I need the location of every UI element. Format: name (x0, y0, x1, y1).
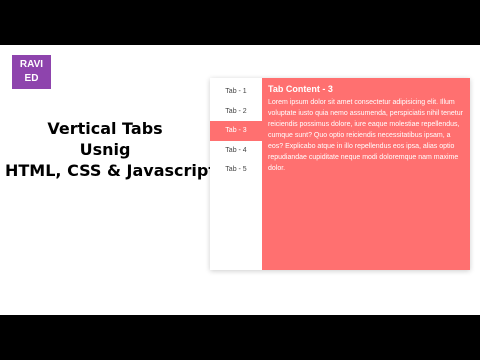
tab-content-text: Lorem ipsum dolor sit amet consectetur a… (268, 99, 463, 172)
tab-2[interactable]: Tab - 2 (210, 102, 262, 122)
tab-1[interactable]: Tab - 1 (210, 82, 262, 102)
logo-line-2: ED (24, 73, 39, 84)
video-title: Vertical Tabs Usnig HTML, CSS & Javascri… (5, 118, 216, 181)
letterbox-bottom (0, 315, 480, 360)
tab-content-panel: Tab Content - 3 Lorem ipsum dolor sit am… (262, 78, 470, 270)
tab-list: Tab - 1 Tab - 2 Tab - 3 Tab - 4 Tab - 5 (210, 78, 262, 270)
tab-content-heading: Tab Content - 3 (268, 84, 333, 94)
title-line-3: HTML, CSS & Javascript (5, 161, 216, 180)
tab-4[interactable]: Tab - 4 (210, 141, 262, 161)
title-line-2: Usnig (79, 140, 131, 159)
vertical-tabs-card: Tab - 1 Tab - 2 Tab - 3 Tab - 4 Tab - 5 … (210, 78, 470, 270)
logo-line-1: RAVI (19, 59, 44, 70)
tab-3[interactable]: Tab - 3 (210, 121, 262, 141)
letterbox-top (0, 0, 480, 45)
tab-5[interactable]: Tab - 5 (210, 160, 262, 180)
channel-logo: RAVI ED (12, 55, 51, 89)
title-line-1: Vertical Tabs (47, 119, 163, 138)
